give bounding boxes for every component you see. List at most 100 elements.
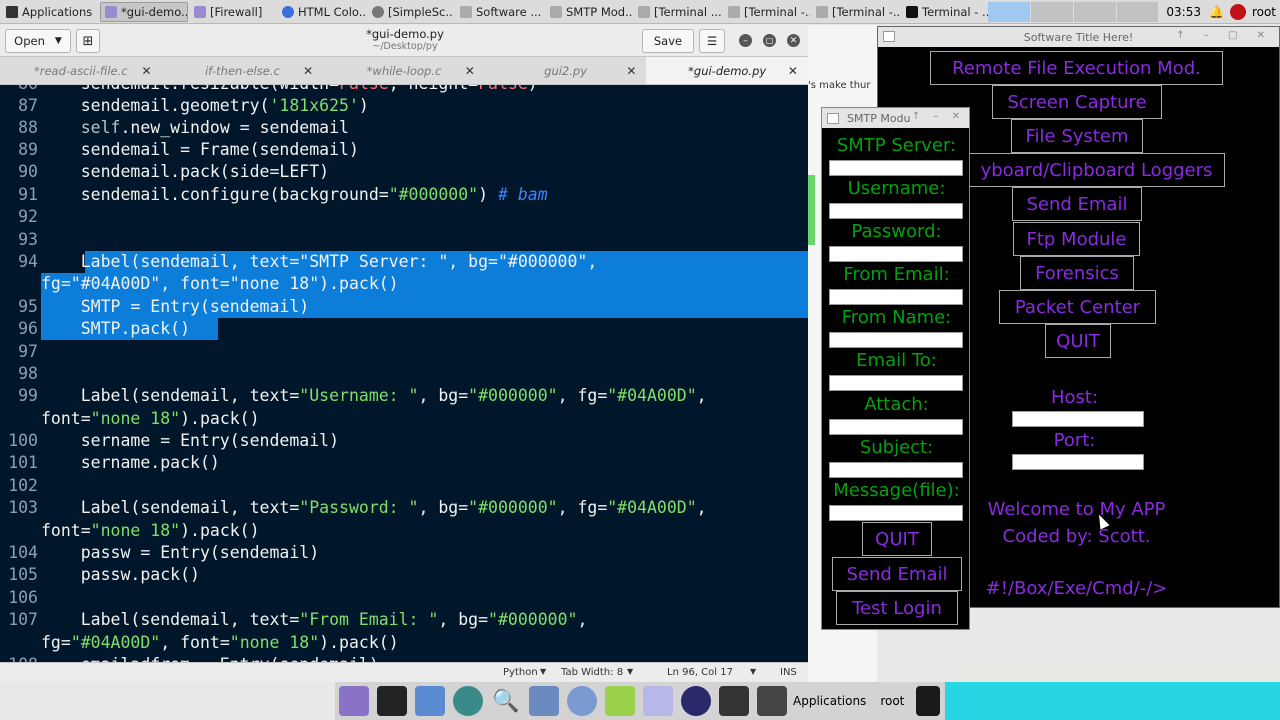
forensics-button[interactable]: Forensics	[1020, 256, 1134, 290]
tab-if-then-else[interactable]: if-then-else.c ✕	[162, 57, 324, 84]
line-number: 107	[8, 610, 38, 629]
close-icon[interactable]: ✕	[787, 34, 800, 47]
line-number: 99	[18, 386, 38, 405]
send-email-button[interactable]: Send Email	[832, 557, 962, 591]
taskbar-item[interactable]: [Terminal -...	[724, 2, 810, 22]
close-icon[interactable]: ✕	[142, 64, 152, 78]
open-button[interactable]: Open ▼	[5, 29, 71, 53]
file-system-button[interactable]: File System	[1011, 119, 1143, 153]
taskbar-item[interactable]: Terminal - ...	[902, 2, 990, 22]
background-text: 's make thur	[808, 80, 871, 91]
port-input[interactable]	[1012, 454, 1144, 470]
screen-capture-button[interactable]: Screen Capture	[992, 85, 1162, 119]
bell-icon[interactable]: 🔔	[1209, 5, 1224, 19]
password-input[interactable]	[829, 246, 963, 262]
taskbar-item[interactable]: *gui-demo...	[100, 1, 188, 22]
send-email-button[interactable]: Send Email	[1012, 187, 1142, 221]
button-label: Ftp Module	[1026, 228, 1127, 250]
host-input[interactable]	[1012, 411, 1144, 427]
code-line: Label(sendemail, text="SMTP Server: ", b…	[41, 252, 598, 271]
taskbar-item[interactable]: HTML Colo...	[278, 2, 366, 22]
save-button[interactable]: Save	[642, 29, 694, 53]
taskbar-item[interactable]: SMTP Mod...	[546, 2, 632, 22]
from-name-input[interactable]	[829, 332, 963, 348]
taskbar-item[interactable]: Software ...	[456, 2, 544, 22]
terminal-icon[interactable]	[377, 686, 407, 716]
window-controls[interactable]: ↑ – ✕	[912, 111, 965, 122]
music-icon[interactable]	[605, 686, 635, 716]
code-view[interactable]: 86 sendemail.resizable(width=False, heig…	[0, 85, 808, 662]
line-number: 97	[18, 342, 38, 361]
taskbar-item[interactable]: [Terminal -...	[812, 2, 900, 22]
window-controls[interactable]: ↑ – □ ✕	[1176, 30, 1273, 41]
tab-width-selector[interactable]: Tab Width: 8	[561, 667, 623, 678]
code-line: SMTP = Entry(sendemail)	[41, 297, 310, 316]
text-editor-icon[interactable]	[643, 686, 673, 716]
tab-gui-demo[interactable]: *gui-demo.py ✕	[646, 57, 808, 84]
close-icon[interactable]: ✕	[303, 64, 313, 78]
keyboard-loggers-button[interactable]: yboard/Clipboard Loggers	[968, 153, 1225, 187]
tools-icon[interactable]	[757, 686, 787, 716]
ftp-module-button[interactable]: Ftp Module	[1013, 222, 1140, 256]
browser-icon[interactable]	[453, 686, 483, 716]
test-login-button[interactable]: Test Login	[836, 591, 958, 625]
search-icon[interactable]: 🔍	[491, 686, 521, 716]
username-input[interactable]	[829, 203, 963, 219]
email-to-input[interactable]	[829, 375, 963, 391]
applications-menu[interactable]: Applications	[2, 2, 98, 22]
remote-exec-button[interactable]: Remote File Execution Mod.	[930, 51, 1223, 85]
email-to-label: Email To:	[856, 350, 937, 371]
dock-applications-label[interactable]: Applications	[793, 694, 866, 708]
line-number: 98	[18, 364, 38, 383]
minimize-icon[interactable]: –	[739, 34, 752, 47]
files-icon[interactable]	[529, 686, 559, 716]
open-label: Open	[14, 34, 45, 48]
tab-gui2[interactable]: gui2.py ✕	[485, 57, 647, 84]
applications-label: Applications	[22, 4, 93, 19]
packet-center-button[interactable]: Packet Center	[999, 290, 1156, 324]
desktop-icon[interactable]	[339, 686, 369, 716]
subject-input[interactable]	[829, 462, 963, 478]
message-input[interactable]	[829, 505, 963, 521]
screenshot-icon	[372, 5, 384, 18]
new-tab-button[interactable]: ⊞	[76, 29, 100, 53]
chevron-down-icon: ▼	[627, 667, 634, 676]
close-icon[interactable]: ✕	[788, 64, 798, 78]
attach-input[interactable]	[829, 419, 963, 435]
maximize-icon[interactable]: □	[763, 34, 776, 47]
line-number: 90	[18, 162, 38, 181]
media-player-icon[interactable]	[681, 686, 711, 716]
close-icon[interactable]: ✕	[465, 64, 475, 78]
taskbar-item-label: Software ...	[476, 4, 542, 19]
home-folder-icon[interactable]	[415, 686, 445, 716]
menu-button[interactable]: ☰	[699, 29, 725, 53]
line-number: 105	[8, 565, 38, 584]
username-label: Username:	[847, 178, 946, 199]
quit-button[interactable]: QUIT	[1045, 324, 1111, 358]
tab-label: if-then-else.c	[204, 63, 280, 78]
taskbar-item[interactable]: [Firewall]	[190, 2, 276, 22]
app-badge-icon[interactable]	[916, 686, 941, 716]
language-selector[interactable]: Python	[503, 667, 538, 678]
network-icon[interactable]	[567, 686, 597, 716]
line-number: 96	[18, 319, 38, 338]
tab-read-ascii-file[interactable]: *read-ascii-file.c ✕	[0, 57, 162, 84]
tab-while-loop[interactable]: *while-loop.c ✕	[323, 57, 485, 84]
taskbar-item-label: [Terminal -...	[832, 4, 900, 19]
workspace-switcher[interactable]	[988, 2, 1159, 22]
quit-button[interactable]: QUIT	[862, 522, 932, 556]
close-icon[interactable]: ✕	[626, 64, 636, 78]
dock-user-label: root	[880, 694, 905, 708]
terminal-icon	[906, 5, 918, 18]
button-label: yboard/Clipboard Loggers	[980, 159, 1213, 181]
from-email-input[interactable]	[829, 289, 963, 305]
smtp-window-titlebar: SMTP Modu ↑ – ✕	[822, 108, 969, 128]
smtp-server-input[interactable]	[829, 160, 963, 176]
power-icon[interactable]	[1229, 4, 1246, 20]
taskbar-item[interactable]: [SimpleSc...	[368, 2, 454, 22]
monitor-icon[interactable]	[719, 686, 749, 716]
taskbar-item[interactable]: [Terminal ...	[634, 2, 722, 22]
code-line: font="none 18").pack()	[41, 409, 260, 428]
save-label: Save	[653, 34, 683, 48]
window-title-block: *gui-demo.py ~/Desktop/py	[300, 27, 510, 52]
